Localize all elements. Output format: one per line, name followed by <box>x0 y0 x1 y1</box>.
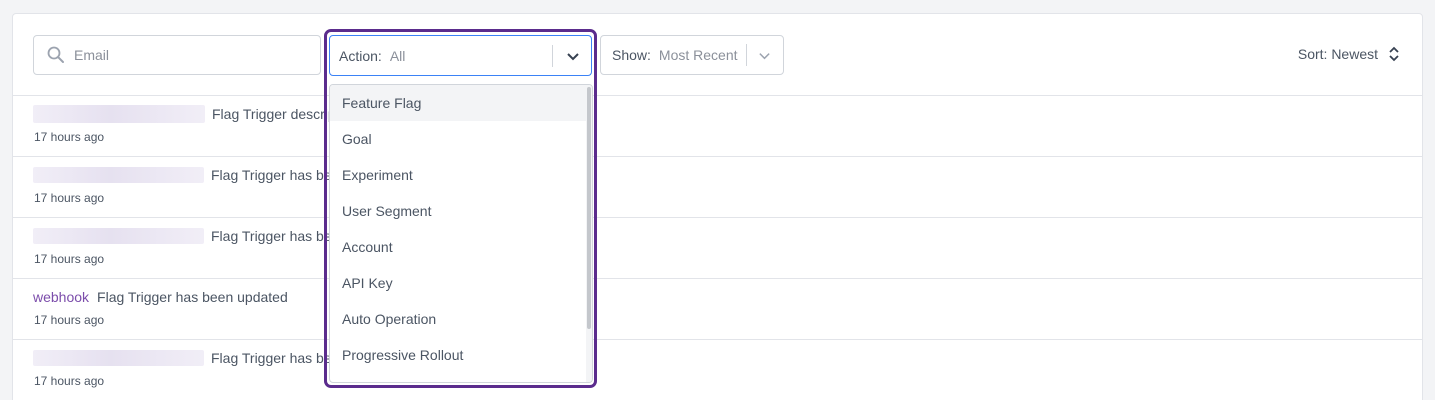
actor-placeholder <box>33 167 204 183</box>
chevron-down-icon[interactable] <box>758 49 771 62</box>
actor-placeholder <box>33 350 204 366</box>
email-input[interactable] <box>74 47 304 63</box>
list-item: webhook Flag Trigger has been updated 17… <box>13 279 1422 340</box>
sort-label: Sort: Newest <box>1297 46 1378 62</box>
action-select[interactable]: Action: All <box>329 35 592 76</box>
audit-log-list: Flag Trigger description has been change… <box>13 96 1422 400</box>
option-api-key[interactable]: API Key <box>330 265 592 301</box>
action-filter-highlight: Action: All Feature Flag Goal Experiment… <box>324 29 597 388</box>
option-progressive-rollout[interactable]: Progressive Rollout <box>330 337 592 373</box>
email-search-field[interactable] <box>33 35 321 75</box>
chevron-down-icon[interactable] <box>566 49 580 63</box>
action-label: Action: <box>339 47 382 64</box>
entry-time: 17 hours ago <box>34 191 105 205</box>
show-select[interactable]: Show: Most Recent <box>600 35 784 75</box>
entry-text: Flag Trigger has been updated <box>97 289 288 305</box>
entry-time: 17 hours ago <box>34 313 105 327</box>
option-user-segment[interactable]: User Segment <box>330 193 592 229</box>
entry-line: webhook Flag Trigger has been updated <box>33 287 288 307</box>
select-divider <box>552 45 553 67</box>
dropdown-scrollbar[interactable] <box>586 85 592 382</box>
option-auto-operation[interactable]: Auto Operation <box>330 301 592 337</box>
list-item: Flag Trigger has been updated 17 hours a… <box>13 218 1422 279</box>
sort-control[interactable]: Sort: Newest <box>1298 44 1400 64</box>
entry-time: 17 hours ago <box>34 252 105 266</box>
search-icon <box>47 46 64 63</box>
audit-log-card: Show: Most Recent Sort: Newest Flag Trig… <box>12 13 1423 400</box>
show-value: Most Recent <box>658 47 738 63</box>
action-value: All <box>389 47 406 64</box>
entry-time: 17 hours ago <box>34 130 105 144</box>
option-goal[interactable]: Goal <box>330 121 592 157</box>
entry-time: 17 hours ago <box>34 374 105 388</box>
show-label: Show: <box>612 47 651 63</box>
action-options: Feature Flag Goal Experiment User Segmen… <box>330 85 592 373</box>
option-account[interactable]: Account <box>330 229 592 265</box>
actor-link[interactable]: webhook <box>33 289 89 305</box>
scrollbar-thumb[interactable] <box>587 87 591 329</box>
option-experiment[interactable]: Experiment <box>330 157 592 193</box>
select-divider <box>746 44 747 66</box>
filter-toolbar: Show: Most Recent Sort: Newest <box>13 14 1422 96</box>
list-item: Flag Trigger has been updated 17 hours a… <box>13 157 1422 218</box>
actor-placeholder <box>33 105 205 123</box>
sort-updown-icon <box>1389 46 1399 62</box>
action-dropdown-menu: Feature Flag Goal Experiment User Segmen… <box>329 84 593 383</box>
list-item: Flag Trigger description has been change… <box>13 96 1422 157</box>
option-feature-flag[interactable]: Feature Flag <box>330 85 592 121</box>
actor-placeholder <box>33 228 204 244</box>
list-item: Flag Trigger has been updated 17 hours a… <box>13 340 1422 400</box>
